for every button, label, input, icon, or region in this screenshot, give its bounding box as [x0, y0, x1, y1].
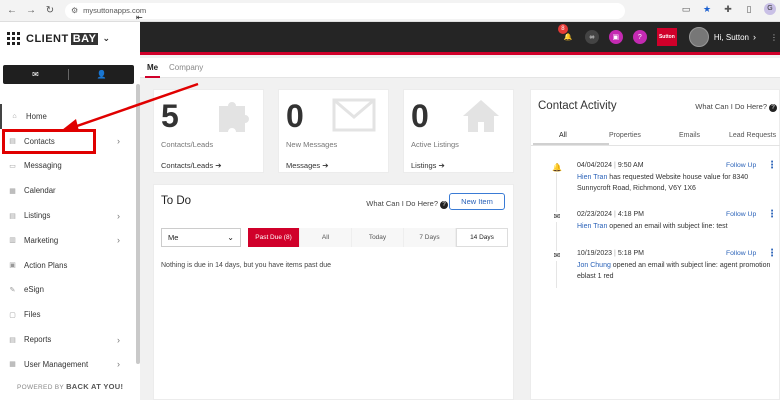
annotation-arrow-icon	[62, 82, 199, 131]
